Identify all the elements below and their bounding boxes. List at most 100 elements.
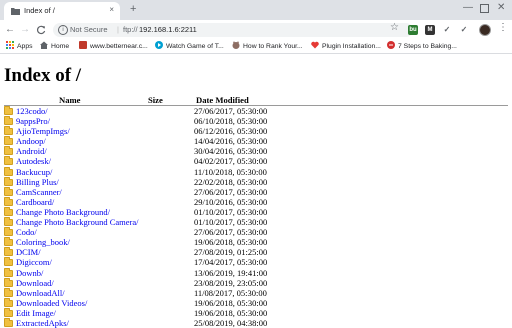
date-modified: 27/06/2017, 05:30:00 bbox=[194, 106, 268, 116]
not-secure-label[interactable]: Not Secure bbox=[70, 25, 108, 34]
tab-index[interactable]: Index of / × bbox=[4, 2, 120, 20]
folder-icon bbox=[4, 297, 13, 307]
bookmark-plugin[interactable]: Plugin Installation... bbox=[311, 41, 381, 52]
date-modified: 06/12/2016, 05:30:00 bbox=[194, 126, 268, 137]
tab-title: Index of / bbox=[24, 6, 55, 15]
bookmark-betternear[interactable]: www.betternear.c... bbox=[79, 41, 148, 52]
bookmark-label: www.betternear.c... bbox=[90, 43, 148, 50]
tab-close-icon[interactable]: × bbox=[109, 5, 114, 14]
table-row: Downb/13/06/2019, 19:41:00 bbox=[0, 267, 512, 278]
info-icon[interactable]: i bbox=[58, 25, 68, 35]
forward-button[interactable]: → bbox=[20, 24, 30, 35]
column-header-size[interactable]: Size bbox=[148, 95, 163, 105]
folder-link[interactable]: 9appsPro/ bbox=[16, 116, 50, 126]
new-tab-button[interactable]: + bbox=[130, 3, 136, 15]
reload-icon[interactable] bbox=[36, 25, 46, 35]
folder-icon bbox=[4, 287, 13, 297]
folder-link[interactable]: Android/ bbox=[16, 146, 47, 156]
folder-link[interactable]: Edit Image/ bbox=[16, 308, 56, 318]
table-row: Andoop/14/04/2016, 05:30:00 bbox=[0, 136, 512, 146]
url-host[interactable]: 192.168.1.6:2211 bbox=[139, 25, 197, 34]
table-row: Autodesk/04/02/2017, 05:30:00 bbox=[0, 156, 512, 166]
bookmark-baking[interactable]: 7 Steps to Baking... bbox=[387, 41, 457, 52]
folder-icon bbox=[4, 217, 13, 227]
menu-icon[interactable]: ⋮ bbox=[498, 22, 508, 33]
bookmark-label: Watch Game of T... bbox=[166, 43, 224, 50]
folder-link[interactable]: Codo/ bbox=[16, 227, 37, 237]
address-bar[interactable]: i Not Secure | ftp:// 192.168.1.6:2211 bbox=[53, 23, 413, 37]
table-row: CamScanner/27/06/2017, 05:30:00 bbox=[0, 186, 512, 197]
folder-link[interactable]: Downloaded Videos/ bbox=[16, 298, 87, 308]
folder-icon bbox=[4, 166, 13, 176]
back-button[interactable]: ← bbox=[5, 24, 15, 35]
column-header-date[interactable]: Date Modified bbox=[196, 95, 249, 105]
folder-link[interactable]: DCIM/ bbox=[16, 247, 41, 257]
date-modified: 13/06/2019, 19:41:00 bbox=[194, 267, 268, 278]
folder-link[interactable]: Coloring_book/ bbox=[16, 237, 70, 247]
date-modified: 11/08/2017, 05:30:00 bbox=[194, 287, 267, 298]
extension-check-icon[interactable]: ✓ bbox=[442, 25, 452, 35]
folder-icon bbox=[4, 227, 13, 237]
folder-link[interactable]: Change Photo Background Camera/ bbox=[16, 217, 139, 227]
folder-icon bbox=[4, 206, 13, 216]
bookmark-home[interactable]: Home bbox=[40, 41, 69, 52]
folder-link[interactable]: Billing Plus/ bbox=[16, 177, 59, 187]
extension-m-icon[interactable]: M bbox=[425, 25, 435, 35]
table-row: Edit Image/19/06/2018, 05:30:00 bbox=[0, 307, 512, 318]
table-row: Codo/27/06/2017, 05:30:00 bbox=[0, 227, 512, 237]
folder-link[interactable]: 123codo/ bbox=[16, 106, 48, 116]
bookmark-rank[interactable]: How to Rank Your... bbox=[232, 41, 303, 52]
date-modified: 30/04/2016, 05:30:00 bbox=[194, 146, 268, 157]
table-row: DownloadAll/11/08/2017, 05:30:00 bbox=[0, 287, 512, 298]
date-modified: 17/04/2017, 05:30:00 bbox=[194, 257, 268, 268]
table-row: Android/30/04/2016, 05:30:00 bbox=[0, 146, 512, 156]
folder-link[interactable]: Change Photo Background/ bbox=[16, 207, 110, 217]
folder-icon bbox=[4, 247, 13, 257]
column-header-name[interactable]: Name bbox=[59, 95, 80, 105]
table-row: Download/23/08/2019, 23:05:00 bbox=[0, 277, 512, 288]
extension-bu-icon[interactable]: bu bbox=[408, 25, 418, 35]
bookmark-favicon bbox=[79, 41, 87, 49]
folder-icon bbox=[4, 116, 13, 126]
bookmark-star-icon[interactable]: ☆ bbox=[390, 22, 399, 33]
window-close-button[interactable]: ✕ bbox=[497, 2, 505, 13]
table-row: Billing Plus/22/02/2018, 05:30:00 bbox=[0, 176, 512, 187]
bookmark-game-of-thrones[interactable]: Watch Game of T... bbox=[155, 41, 224, 52]
folder-link[interactable]: Digiccom/ bbox=[16, 257, 52, 267]
table-row: Cardboard/29/10/2016, 05:30:00 bbox=[0, 196, 512, 207]
date-modified: 22/02/2018, 05:30:00 bbox=[194, 176, 268, 187]
window-maximize-button[interactable] bbox=[480, 4, 489, 13]
folder-link[interactable]: AjioTempImgs/ bbox=[16, 126, 70, 136]
date-modified: 01/10/2017, 05:30:00 bbox=[194, 206, 268, 217]
table-row: DCIM/27/08/2019, 01:25:00 bbox=[0, 247, 512, 257]
folder-icon bbox=[4, 156, 13, 166]
folder-link[interactable]: CamScanner/ bbox=[16, 187, 62, 197]
date-modified: 27/06/2017, 05:30:00 bbox=[194, 227, 268, 238]
date-modified: 27/06/2017, 05:30:00 bbox=[194, 186, 268, 197]
bookmark-label: How to Rank Your... bbox=[243, 43, 303, 50]
folder-link[interactable]: Downb/ bbox=[16, 268, 43, 278]
bookmarks-bar: Apps Home www.betternear.c... Watch Game… bbox=[0, 40, 512, 54]
bookmark-apps[interactable]: Apps bbox=[6, 41, 33, 52]
folder-link[interactable]: DownloadAll/ bbox=[16, 288, 65, 298]
profile-avatar[interactable] bbox=[479, 24, 491, 36]
folder-link[interactable]: Download/ bbox=[16, 278, 54, 288]
folder-icon bbox=[4, 277, 13, 287]
folder-icon bbox=[4, 126, 13, 136]
folder-icon bbox=[4, 307, 13, 317]
extension-check-icon[interactable]: ✓ bbox=[459, 25, 469, 35]
date-modified: 04/02/2017, 05:30:00 bbox=[194, 156, 268, 167]
folder-link[interactable]: Cardboard/ bbox=[16, 197, 54, 207]
table-row: ExtractedApks/25/08/2019, 04:38:00 bbox=[0, 317, 512, 328]
url-scheme[interactable]: ftp:// bbox=[123, 25, 138, 34]
apps-grid-icon bbox=[6, 41, 14, 49]
date-modified: 23/08/2019, 23:05:00 bbox=[194, 277, 268, 288]
folder-link[interactable]: ExtractedApks/ bbox=[16, 318, 69, 328]
window-minimize-button[interactable]: — bbox=[463, 2, 473, 13]
page-content: Index of / Name Size Date Modified 123co… bbox=[0, 54, 512, 328]
folder-link[interactable]: Autodesk/ bbox=[16, 156, 51, 166]
folder-link[interactable]: Backucup/ bbox=[16, 167, 52, 177]
table-row: Change Photo Background/01/10/2017, 05:3… bbox=[0, 206, 512, 217]
folder-link[interactable]: Andoop/ bbox=[16, 136, 46, 146]
date-modified: 27/08/2019, 01:25:00 bbox=[194, 247, 268, 258]
